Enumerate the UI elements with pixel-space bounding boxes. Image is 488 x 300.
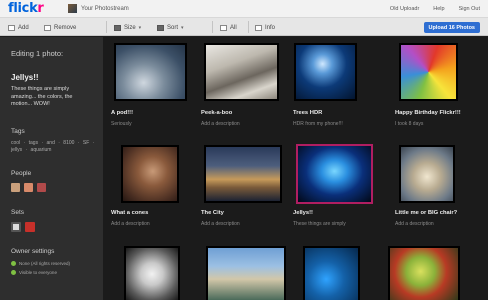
photo-description[interactable]: These things are simply — [293, 221, 346, 227]
photo-thumbnail[interactable] — [124, 246, 180, 300]
tags-heading: Tags — [11, 128, 25, 135]
tags-field[interactable]: cool · tags · and · 8100 · SF · jellys ·… — [11, 140, 95, 154]
photo-description[interactable]: Add a description — [111, 221, 150, 227]
upload-photos-button[interactable]: Upload 16 Photos — [423, 22, 480, 33]
set-camera-icon[interactable] — [11, 222, 21, 232]
photo-thumbnail[interactable] — [399, 43, 458, 101]
owner-settings-heading: Owner settings — [11, 248, 55, 255]
photo-thumbnail[interactable] — [388, 246, 460, 300]
license-label: None (All rights reserved) — [19, 261, 71, 266]
photo-thumbnail[interactable] — [294, 43, 357, 101]
photo-thumbnail[interactable] — [204, 43, 279, 101]
person-avatar[interactable] — [24, 183, 33, 192]
edit-sidebar: Editing 1 photo: Jellys!! These things a… — [0, 37, 103, 300]
info-button[interactable]: Info — [255, 23, 275, 32]
toolbar-divider — [212, 21, 213, 33]
photo-thumbnail[interactable] — [206, 246, 286, 300]
add-label: Add — [18, 24, 29, 31]
photostream-link[interactable]: Your Photostream — [81, 6, 129, 12]
people-list — [11, 183, 46, 192]
toolbar-divider — [106, 21, 107, 33]
select-all-icon — [220, 24, 227, 31]
size-label: Size — [124, 24, 136, 31]
privacy-label: Visible to everyone — [19, 270, 57, 275]
photo-description[interactable]: Seriously — [111, 121, 132, 127]
photo-grid: A pod!!! Seriously Peek-a-boo Add a desc… — [103, 37, 488, 300]
photo-description[interactable]: Add a description — [201, 121, 240, 127]
chevron-down-icon: ▾ — [138, 24, 142, 31]
sign-out-link[interactable]: Sign Out — [459, 6, 480, 12]
remove-icon — [44, 24, 51, 31]
license-option[interactable]: None (All rights reserved) — [11, 261, 70, 266]
person-avatar[interactable] — [11, 183, 20, 192]
chevron-down-icon: ▾ — [181, 24, 184, 31]
sets-heading: Sets — [11, 209, 25, 216]
info-icon — [255, 24, 262, 31]
people-heading: People — [11, 170, 32, 177]
size-dropdown[interactable]: Size ▾ — [114, 23, 141, 32]
photo-description-field[interactable]: These things are simply amazing... the c… — [11, 86, 93, 109]
photo-title[interactable]: Little me or BIG chair? — [395, 210, 457, 216]
select-all-button[interactable]: All — [220, 23, 237, 32]
sort-dropdown[interactable]: Sort ▾ — [157, 23, 184, 32]
photo-title[interactable]: What a cones — [111, 210, 148, 216]
photo-title[interactable]: Jellys!! — [293, 210, 313, 216]
toolbar: Add Remove Size ▾ Sort ▾ All Info Upload… — [0, 18, 488, 36]
photo-thumbnail[interactable] — [114, 43, 187, 101]
photo-description[interactable]: I took 8 days — [395, 121, 423, 127]
photo-title[interactable]: The City — [201, 210, 224, 216]
photo-title[interactable]: Trees HDR — [293, 110, 322, 116]
add-icon — [8, 24, 15, 31]
info-label: Info — [265, 24, 276, 31]
sort-label: Sort — [167, 24, 179, 31]
editing-count: Editing 1 photo: — [11, 49, 64, 58]
help-link[interactable]: Help — [433, 6, 444, 12]
sort-icon — [157, 24, 164, 31]
top-links: Old Uploadr Help Sign Out — [390, 6, 480, 12]
photo-thumbnail[interactable] — [399, 145, 455, 203]
photo-description[interactable]: Add a description — [395, 221, 434, 227]
privacy-option[interactable]: Visible to everyone — [11, 270, 57, 275]
privacy-icon — [11, 270, 16, 275]
add-button[interactable]: Add — [8, 23, 29, 32]
set-thumbnail[interactable] — [25, 222, 35, 232]
photo-thumbnail[interactable] — [204, 145, 282, 203]
sets-list — [11, 222, 35, 232]
photo-thumbnail[interactable] — [303, 246, 360, 300]
toolbar-divider — [248, 21, 249, 33]
old-uploadr-link[interactable]: Old Uploadr — [390, 6, 419, 12]
flickr-logo[interactable]: flickr — [8, 1, 44, 16]
all-label: All — [230, 24, 237, 31]
photo-thumbnail[interactable] — [121, 145, 179, 203]
photostream-avatar[interactable] — [68, 4, 77, 13]
photo-description[interactable]: Add a description — [201, 221, 240, 227]
photo-title-field[interactable]: Jellys!! — [11, 73, 39, 82]
photo-title[interactable]: Happy Birthday Flickr!!! — [395, 110, 461, 116]
top-bar: flickr Your Photostream Old Uploadr Help… — [0, 0, 488, 18]
photo-description[interactable]: HDR from my phone!!! — [293, 121, 343, 127]
size-icon — [114, 24, 121, 31]
person-avatar[interactable] — [37, 183, 46, 192]
license-icon — [11, 261, 16, 266]
photo-title[interactable]: A pod!!! — [111, 110, 133, 116]
selected-photo-thumbnail[interactable] — [296, 144, 373, 204]
remove-button[interactable]: Remove — [44, 23, 76, 32]
remove-label: Remove — [54, 24, 77, 31]
photo-title[interactable]: Peek-a-boo — [201, 110, 232, 116]
